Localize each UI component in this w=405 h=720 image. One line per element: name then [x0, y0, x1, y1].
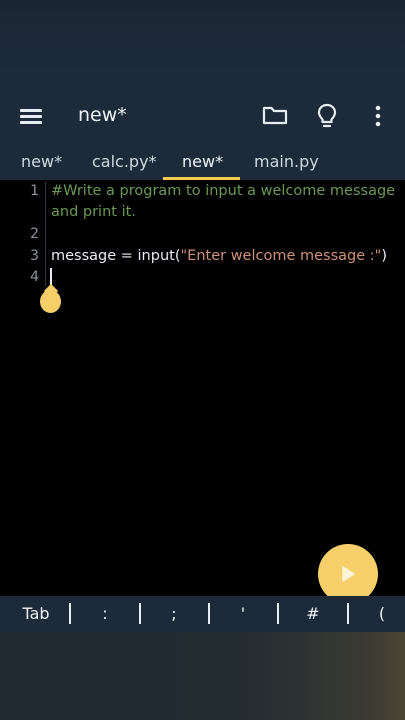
code-line-comment-wrap: and print it.: [51, 204, 136, 220]
line-number: 4: [30, 269, 39, 285]
line-number: 3: [30, 248, 39, 264]
status-area: [0, 0, 405, 88]
tab-calc[interactable]: calc.py*: [92, 152, 157, 171]
tab-main[interactable]: main.py: [254, 152, 319, 171]
menu-icon[interactable]: [20, 107, 42, 125]
gutter-divider: [45, 182, 46, 286]
tab-new-active[interactable]: new*: [182, 152, 223, 171]
code-token-string: "Enter welcome message :": [180, 248, 382, 264]
code-token-paren: ): [381, 248, 388, 264]
folder-icon[interactable]: [262, 104, 288, 130]
symbol-keybar: [0, 596, 405, 632]
line-number: 2: [30, 226, 39, 242]
key-divider: [277, 603, 279, 624]
app-bar: [0, 88, 405, 144]
run-button[interactable]: [318, 544, 378, 604]
cursor-handle[interactable]: [40, 290, 61, 313]
code-line-assignment: message = input("Enter welcome message :…: [51, 246, 387, 267]
key-tab[interactable]: Tab: [14, 596, 58, 632]
key-divider: [208, 603, 210, 624]
line-number: 1: [30, 183, 39, 199]
key-divider: [347, 603, 349, 624]
key-divider: [69, 603, 71, 624]
play-icon: [342, 566, 355, 582]
code-editor[interactable]: [0, 180, 405, 596]
tab-new-1[interactable]: new*: [21, 152, 62, 171]
key-paren[interactable]: (: [367, 596, 397, 632]
key-semicolon[interactable]: ;: [159, 596, 189, 632]
key-quote[interactable]: ': [228, 596, 258, 632]
key-colon[interactable]: :: [90, 596, 120, 632]
key-hash[interactable]: #: [298, 596, 328, 632]
more-vert-icon[interactable]: [373, 105, 383, 131]
background-area: [0, 632, 405, 720]
key-divider: [139, 603, 141, 624]
page-title: new*: [78, 104, 127, 126]
lightbulb-icon[interactable]: [316, 103, 338, 133]
code-token-var: message = input(: [51, 248, 181, 264]
code-line-comment: #Write a program to input a welcome mess…: [51, 183, 396, 199]
